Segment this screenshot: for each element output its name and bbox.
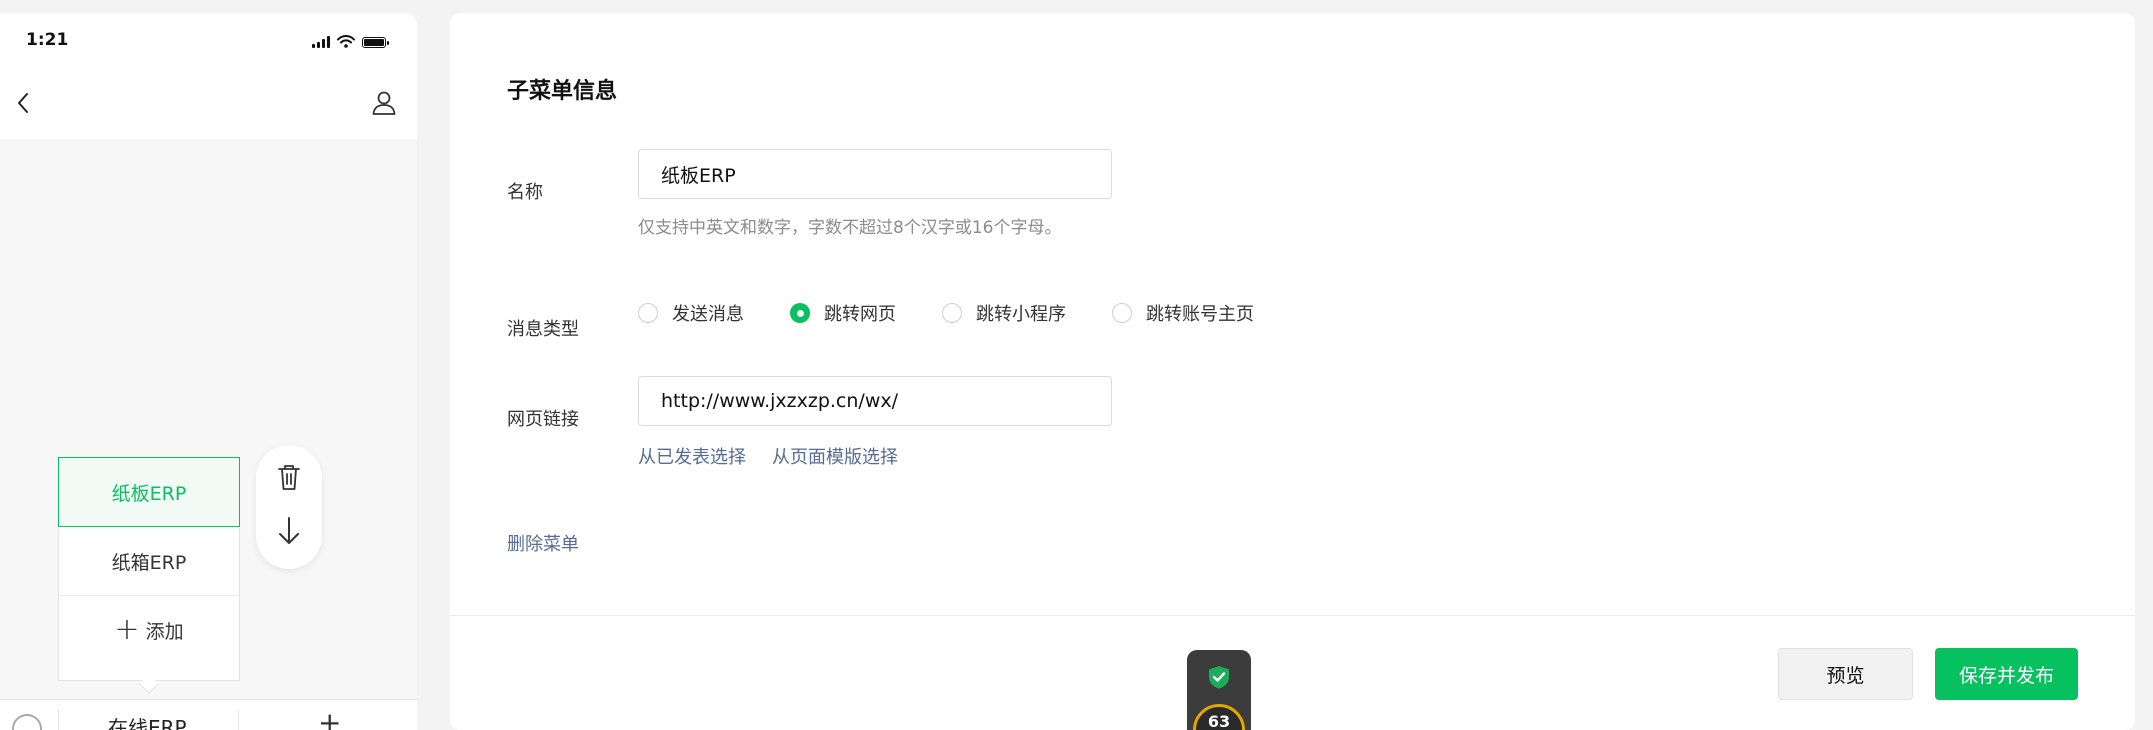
radio-button-checked[interactable] [790,303,810,323]
signal-icon [312,36,330,48]
message-type-radio-group: 发送消息 跳转网页 跳转小程序 跳转账号主页 [638,300,1300,326]
save-publish-button[interactable]: 保存并发布 [1935,648,2078,700]
radio-label: 跳转网页 [824,304,896,325]
link-label: 网页链接 [507,409,579,430]
choose-template-link[interactable]: 从页面模版选择 [772,443,898,469]
add-submenu-label: 添加 [145,620,184,643]
delete-menu-link[interactable]: 删除菜单 [507,530,579,556]
back-icon[interactable] [14,91,34,115]
radio-jump-account-home[interactable]: 跳转账号主页 [1112,300,1254,326]
link-choose-row: 从已发表选择 从页面模版选择 [638,443,898,469]
submenu-item[interactable]: 纸板ERP [58,457,240,527]
radio-button[interactable] [638,303,658,323]
submenu-item[interactable]: 纸箱ERP [59,527,239,596]
phone-bottom-menu: 在线ERP + [0,699,417,730]
name-hint: 仅支持中英文和数字，字数不超过8个汉字或16个字母。 [638,218,1062,238]
status-bar: 1:21 [0,13,417,69]
radio-label: 跳转账号主页 [1146,304,1254,325]
submenu-actions [256,445,322,569]
phone-preview: 1:21 纸板ERP 纸箱ERP + 添加 在线ERP + [0,13,417,730]
add-submenu-button[interactable]: + 添加 [59,596,239,664]
bottom-menu-item[interactable]: 在线ERP [108,712,187,730]
section-title: 子菜单信息 [507,79,618,104]
divider [58,710,59,730]
add-menu-icon[interactable]: + [318,706,341,730]
arrow-down-icon[interactable] [277,515,301,547]
preview-button[interactable]: 预览 [1778,648,1913,700]
radio-label: 跳转小程序 [976,304,1066,325]
status-time: 1:21 [26,30,69,50]
plus-icon: + [114,612,140,647]
trash-icon[interactable] [277,463,301,491]
radio-jump-webpage[interactable]: 跳转网页 [790,300,896,326]
radio-button[interactable] [942,303,962,323]
editor-footer: 预览 保存并发布 [450,615,2135,730]
keyboard-icon[interactable] [12,714,42,730]
radio-jump-miniprogram[interactable]: 跳转小程序 [942,300,1066,326]
name-label: 名称 [507,182,543,203]
submenu-popup: 纸板ERP 纸箱ERP + 添加 [58,457,240,681]
submenu-editor: 子菜单信息 名称 仅支持中英文和数字，字数不超过8个汉字或16个字母。 消息类型… [450,13,2135,730]
phone-navbar [0,69,417,139]
floating-widget[interactable]: 63 [1187,650,1251,730]
divider [238,710,239,730]
choose-published-link[interactable]: 从已发表选择 [638,443,746,469]
widget-dial: 63 [1193,704,1245,730]
radio-label: 发送消息 [672,304,744,325]
url-input[interactable] [638,376,1112,426]
shield-check-icon [1209,666,1229,689]
radio-button[interactable] [1112,303,1132,323]
user-icon[interactable] [370,89,398,117]
wifi-icon [337,35,355,48]
battery-icon [362,37,389,48]
type-label: 消息类型 [507,319,579,340]
status-icons [312,35,389,48]
name-input[interactable] [638,149,1112,199]
radio-send-message[interactable]: 发送消息 [638,300,744,326]
